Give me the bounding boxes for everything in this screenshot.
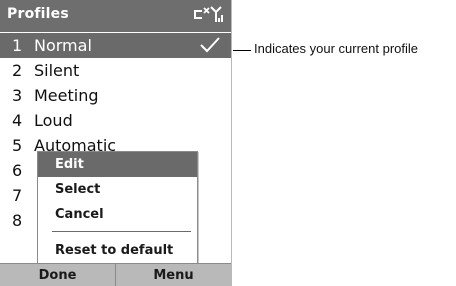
profile-number: 4 [12,111,23,130]
menu-item-reset-to-default[interactable]: Reset to default [38,238,197,263]
signal-strength-icon [210,6,223,22]
menu-divider [52,231,191,232]
page-title: Profiles [7,6,69,22]
profile-label: Normal [34,36,92,55]
menu-item-edit[interactable]: Edit [38,152,197,177]
profile-number: 6 [12,161,23,180]
callout-text: Indicates your current profile [254,41,419,56]
profile-item-normal[interactable]: 1 Normal [0,33,231,58]
callout-line [233,50,251,51]
profile-number: 3 [12,86,23,105]
done-softkey[interactable]: Done [0,264,116,286]
connectivity-icon [194,7,210,19]
menu-item-select[interactable]: Select [38,177,197,202]
profile-label: Silent [34,61,80,80]
menu-item-cancel[interactable]: Cancel [38,202,197,227]
softkey-bar: Done Menu [0,263,231,286]
title-bar: Profiles [0,0,231,32]
profile-label: Meeting [34,86,99,105]
context-menu: Edit Select Cancel Reset to default [37,151,198,265]
profile-number: 8 [12,211,23,230]
profile-item-meeting[interactable]: 3 Meeting [0,83,231,108]
profile-item-loud[interactable]: 4 Loud [0,108,231,133]
status-icons [194,6,223,22]
checkmark-icon [200,37,220,53]
profile-item-silent[interactable]: 2 Silent [0,58,231,83]
menu-softkey[interactable]: Menu [116,264,231,286]
profile-number: 5 [12,136,23,155]
profile-number: 2 [12,61,23,80]
profile-label: Loud [34,111,73,130]
phone-screen: Profiles 1 Normal 2 Silent 3 Meeting 4 L… [0,0,232,286]
profile-number: 7 [12,186,23,205]
profile-number: 1 [12,36,23,55]
